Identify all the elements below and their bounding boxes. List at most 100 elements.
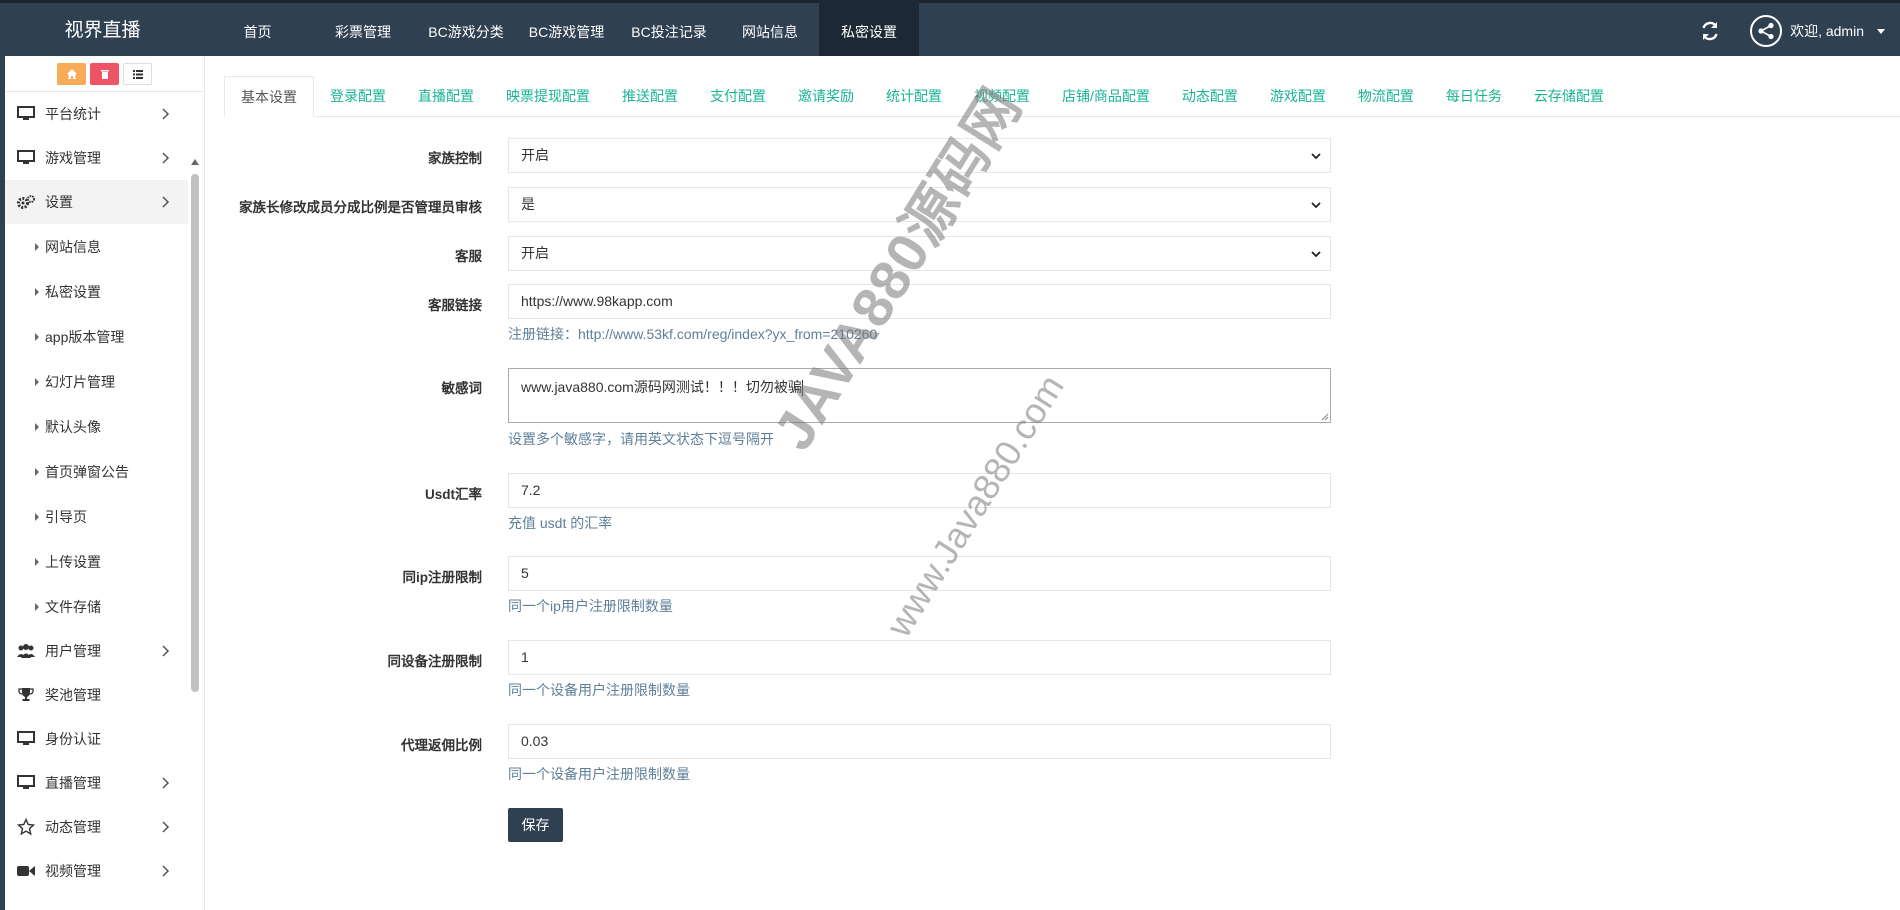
tab-moments[interactable]: 动态配置 [1166,76,1254,117]
sidebar-subitem-popup-notice[interactable]: 首页弹窗公告 [5,449,188,494]
sensitive-textarea[interactable]: www.java880.com源码网测试！！！切勿被骗 [508,368,1331,423]
tab-login[interactable]: 登录配置 [314,76,402,117]
customer-service-value: 开启 [521,245,549,261]
nav-site-info[interactable]: 网站信息 [721,0,819,56]
family-review-label: 家族长修改成员分成比例是否管理员审核 [239,200,482,215]
form-row-ip-limit: 同ip注册限制 5 同一个ip用户注册限制数量 [205,556,1335,626]
caret-right-icon [35,377,39,386]
form-row-family-control: 家族控制 开启 [205,138,1335,174]
family-review-select[interactable]: 是 [508,187,1331,222]
usdt-rate-input[interactable]: 7.2 [508,473,1331,508]
sidebar-subitem-file-storage[interactable]: 文件存储 [5,584,188,629]
sidebar-subitem-label: 网站信息 [45,238,101,255]
nav-bc-bet-records[interactable]: BC投注记录 [617,0,721,56]
sensitive-hint: 设置多个敏感字，请用英文状态下逗号隔开 [508,431,774,447]
chevron-down-icon [1311,202,1321,209]
delete-button[interactable] [90,62,119,85]
user-menu[interactable]: 欢迎, admin [1790,21,1864,41]
nav-lottery[interactable]: 彩票管理 [310,0,416,56]
sidebar-subitem-label: 文件存储 [45,598,101,615]
sidebar-item-game-manage[interactable]: 游戏管理 [5,136,188,180]
sidebar-subitem-label: 默认头像 [45,418,101,435]
main-content: 基本设置 登录配置 直播配置 映票提现配置 推送配置 支付配置 邀请奖励 统计配… [205,56,1900,910]
customer-service-select[interactable]: 开启 [508,236,1331,271]
sidebar-toolbar [5,56,204,92]
tab-statistics[interactable]: 统计配置 [870,76,958,117]
agent-ratio-hint: 同一个设备用户注册限制数量 [508,766,690,782]
sidebar-item-user-manage[interactable]: 用户管理 [5,629,188,673]
chevron-down-icon [1311,153,1321,160]
nav-home[interactable]: 首页 [205,0,310,56]
sidebar-item-identity[interactable]: 身份认证 [5,717,188,761]
family-control-select[interactable]: 开启 [508,138,1331,173]
form-row-customer-service: 客服 开启 [205,236,1335,272]
ip-limit-value: 5 [521,565,529,581]
tab-cloud-storage[interactable]: 云存储配置 [1518,76,1620,117]
tab-logistics[interactable]: 物流配置 [1342,76,1430,117]
list-icon [132,69,143,79]
sidebar-subitem-guide-page[interactable]: 引导页 [5,494,188,539]
caret-right-icon [35,287,39,296]
tab-invite[interactable]: 邀请奖励 [782,76,870,117]
list-button[interactable] [123,62,152,85]
resize-handle-icon[interactable] [1320,412,1329,421]
sidebar-item-label: 动态管理 [45,819,101,835]
usdt-label: Usdt汇率 [425,487,482,502]
sidebar-subitem-label: 引导页 [45,508,87,525]
sidebar-subitem-private-settings[interactable]: 私密设置 [5,269,188,314]
sidebar-item-moments[interactable]: 动态管理 [5,805,188,849]
agent-ratio-input[interactable]: 0.03 [508,724,1331,759]
sidebar-item-label: 平台统计 [45,106,101,122]
sidebar-item-live-manage[interactable]: 直播管理 [5,761,188,805]
tab-push[interactable]: 推送配置 [606,76,694,117]
nav-private-settings[interactable]: 私密设置 [819,0,919,56]
tab-shop[interactable]: 店铺/商品配置 [1046,76,1166,117]
caret-right-icon [35,557,39,566]
tab-payment[interactable]: 支付配置 [694,76,782,117]
chevron-right-icon [162,196,170,208]
device-limit-input[interactable]: 1 [508,640,1331,675]
sidebar-subitem-upload-settings[interactable]: 上传设置 [5,539,188,584]
nav-bc-game-category[interactable]: BC游戏分类 [416,0,516,56]
cs-link-hint[interactable]: 注册链接：http://www.53kf.com/reg/index?yx_fr… [508,324,877,344]
usdt-value: 7.2 [521,482,541,498]
sidebar-item-video-manage[interactable]: 视频管理 [5,849,188,893]
sidebar-subitem-site-info[interactable]: 网站信息 [5,224,188,269]
tab-withdraw[interactable]: 映票提现配置 [490,76,606,117]
monitor-icon [15,730,37,748]
share-icon[interactable] [1750,15,1783,47]
home-button[interactable] [57,62,86,85]
sidebar-subitem-label: app版本管理 [45,328,125,345]
refresh-icon[interactable] [1698,19,1722,43]
device-limit-label: 同设备注册限制 [387,654,483,669]
sidebar-item-settings[interactable]: 设置 [5,180,188,224]
scroll-up-arrow-icon[interactable] [191,159,199,165]
tab-live[interactable]: 直播配置 [402,76,490,117]
settings-tabs: 基本设置 登录配置 直播配置 映票提现配置 推送配置 支付配置 邀请奖励 统计配… [224,76,1900,117]
sidebar-item-jackpot[interactable]: 奖池管理 [5,673,188,717]
trash-icon [100,69,109,79]
nav-bc-game-manage[interactable]: BC游戏管理 [516,0,617,56]
users-icon [15,642,37,660]
cs-link-label: 客服链接 [428,298,482,313]
save-button[interactable]: 保存 [508,808,563,842]
sidebar-subitem-slides[interactable]: 幻灯片管理 [5,359,188,404]
sidebar-subitem-app-version[interactable]: app版本管理 [5,314,188,359]
caret-down-icon[interactable] [1876,26,1886,36]
sidebar-subitem-label: 幻灯片管理 [45,373,115,390]
sidebar-subitem-default-avatar[interactable]: 默认头像 [5,404,188,449]
sidebar-item-label: 用户管理 [45,643,101,659]
cs-link-input[interactable]: https://www.98kapp.com [508,284,1331,319]
chevron-right-icon [162,645,170,657]
ip-limit-input[interactable]: 5 [508,556,1331,591]
sidebar-scrollbar[interactable] [191,174,199,692]
video-camera-icon [15,862,37,880]
tab-daily-task[interactable]: 每日任务 [1430,76,1518,117]
tab-basic[interactable]: 基本设置 [224,76,314,117]
sidebar-item-platform-stats[interactable]: 平台统计 [5,92,188,136]
agent-ratio-value: 0.03 [521,733,549,749]
tab-game[interactable]: 游戏配置 [1254,76,1342,117]
form-row-agent-ratio: 代理返佣比例 0.03 同一个设备用户注册限制数量 [205,724,1335,794]
tab-video[interactable]: 视频配置 [958,76,1046,117]
caret-right-icon [35,422,39,431]
